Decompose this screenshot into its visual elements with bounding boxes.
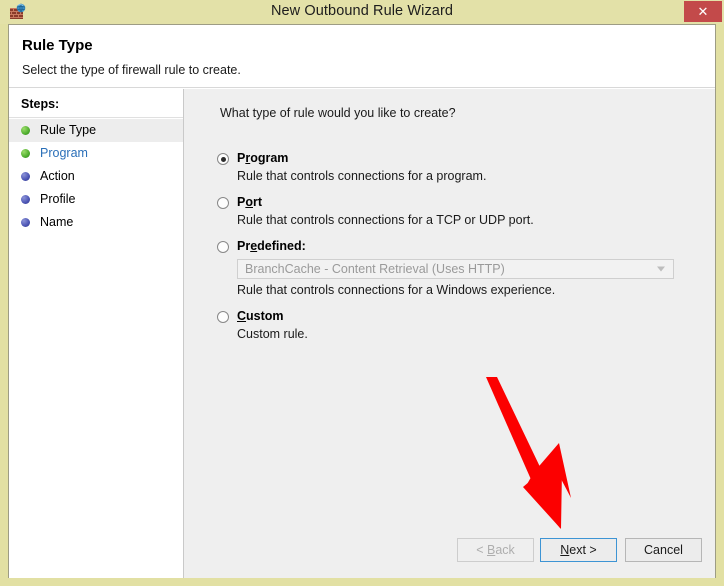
page-title: Rule Type xyxy=(22,37,93,54)
radio-custom[interactable]: Custom xyxy=(217,309,687,323)
content-question: What type of rule would you like to crea… xyxy=(220,106,456,120)
step-bullet-icon xyxy=(21,149,30,158)
radio-predefined[interactable]: Predefined: xyxy=(217,239,687,253)
steps-heading: Steps: xyxy=(21,97,60,111)
radio-button-icon xyxy=(217,311,229,323)
chevron-down-icon xyxy=(657,266,665,272)
predefined-dropdown-value: BranchCache - Content Retrieval (Uses HT… xyxy=(245,262,505,276)
page-subtitle: Select the type of firewall rule to crea… xyxy=(22,63,241,77)
sidebar-item-rule-type[interactable]: Rule Type xyxy=(9,119,183,142)
option-description-predefined: Rule that controls connections for a Win… xyxy=(237,283,556,297)
header-band: Rule Type Select the type of firewall ru… xyxy=(9,25,715,88)
step-bullet-icon xyxy=(21,126,30,135)
wizard-window: New Outbound Rule Wizard ✕ Rule Type Sel… xyxy=(0,0,724,586)
radio-button-icon xyxy=(217,241,229,253)
sidebar-item-label: Program xyxy=(40,146,88,161)
sidebar-item-label: Name xyxy=(40,215,74,230)
radio-program[interactable]: Program xyxy=(217,151,687,165)
option-label-custom: Custom xyxy=(237,309,284,323)
option-description-port: Rule that controls connections for a TCP… xyxy=(237,213,534,227)
back-button-label: < Back xyxy=(476,543,515,557)
option-label-port: Port xyxy=(237,195,263,209)
radio-port[interactable]: Port xyxy=(217,195,687,209)
sidebar-item-program[interactable]: Program xyxy=(9,142,183,165)
option-description-custom: Custom rule. xyxy=(237,327,308,341)
title-bar: New Outbound Rule Wizard ✕ xyxy=(0,0,724,24)
sidebar-item-label: Rule Type xyxy=(40,123,97,138)
close-icon: ✕ xyxy=(697,4,709,19)
predefined-dropdown[interactable]: BranchCache - Content Retrieval (Uses HT… xyxy=(237,259,674,279)
dialog-body: Rule Type Select the type of firewall ru… xyxy=(8,24,716,578)
wizard-footer: < Back Next > Cancel xyxy=(184,538,715,562)
window-title: New Outbound Rule Wizard xyxy=(270,3,454,19)
option-description-program: Rule that controls connections for a pro… xyxy=(237,169,487,183)
option-program: Program Rule that controls connections f… xyxy=(217,151,687,183)
radio-button-icon xyxy=(217,153,229,165)
rule-type-radio-group: Program Rule that controls connections f… xyxy=(217,151,687,345)
step-bullet-icon xyxy=(21,218,30,227)
content-pane: What type of rule would you like to crea… xyxy=(184,89,715,578)
option-label-predefined: Predefined: xyxy=(237,239,306,253)
cancel-button[interactable]: Cancel xyxy=(625,538,702,562)
back-button[interactable]: < Back xyxy=(457,538,534,562)
steps-list: Rule Type Program Action Profile Name xyxy=(9,119,183,234)
cancel-button-label: Cancel xyxy=(644,543,683,557)
option-predefined: Predefined: BranchCache - Content Retrie… xyxy=(217,239,687,297)
option-label-program: Program xyxy=(237,151,289,165)
option-custom: Custom Custom rule. xyxy=(217,309,687,341)
step-bullet-icon xyxy=(21,195,30,204)
sidebar-item-name[interactable]: Name xyxy=(9,211,183,234)
sidebar-item-label: Action xyxy=(40,169,75,184)
radio-button-icon xyxy=(217,197,229,209)
steps-sidebar: Steps: Rule Type Program Action Profile … xyxy=(9,89,184,578)
sidebar-item-profile[interactable]: Profile xyxy=(9,188,183,211)
steps-divider xyxy=(9,117,183,118)
close-button[interactable]: ✕ xyxy=(684,1,722,22)
option-port: Port Rule that controls connections for … xyxy=(217,195,687,227)
sidebar-item-label: Profile xyxy=(40,192,76,207)
sidebar-item-action[interactable]: Action xyxy=(9,165,183,188)
next-button[interactable]: Next > xyxy=(540,538,617,562)
step-bullet-icon xyxy=(21,172,30,181)
next-button-label: Next > xyxy=(560,543,597,557)
